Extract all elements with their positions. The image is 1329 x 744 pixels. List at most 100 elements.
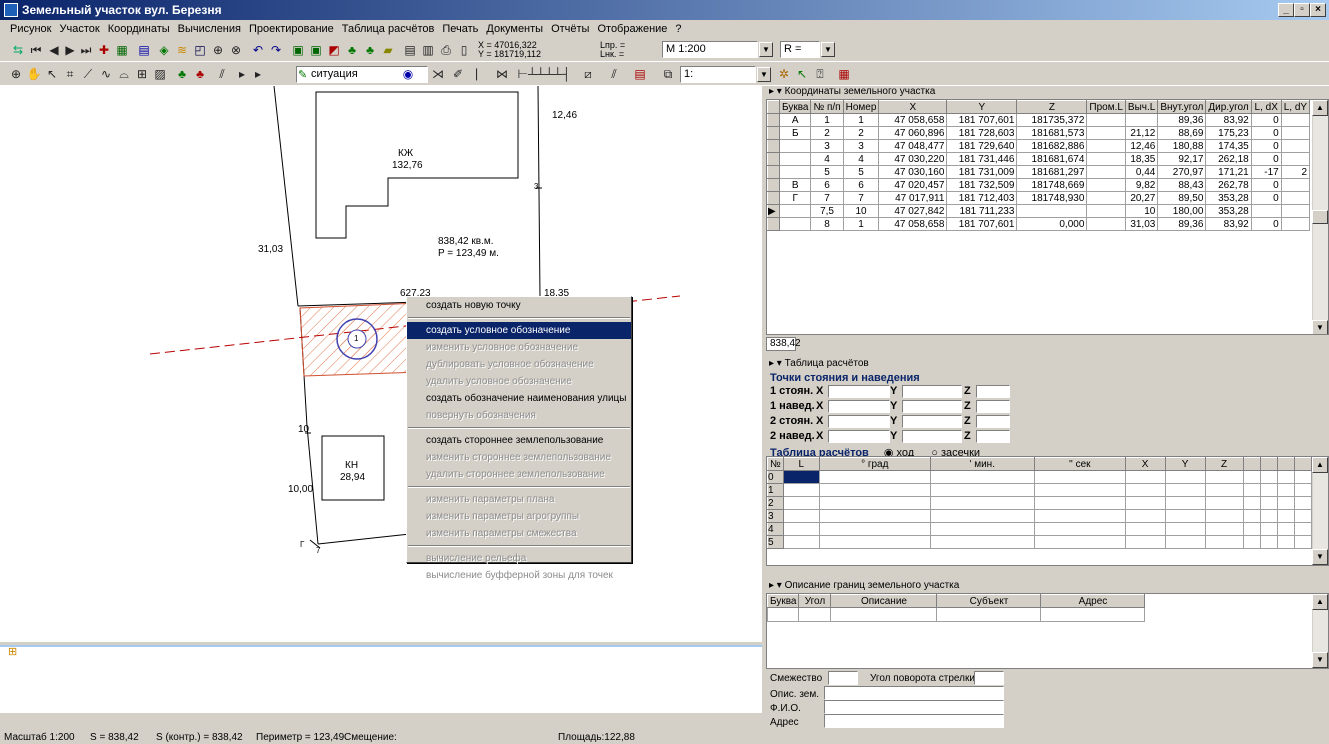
pointer-icon[interactable]: ↖: [44, 66, 60, 82]
desc-col-header[interactable]: Угол: [798, 594, 832, 608]
station-x-field[interactable]: [828, 430, 890, 443]
calc-panel-header[interactable]: ▸ ▾ Таблица расчётов: [766, 358, 1329, 370]
coords-cell[interactable]: [1280, 178, 1311, 192]
coords-col-header[interactable]: Номер: [842, 100, 880, 114]
coords-row[interactable]: 3 3 47 048,477 181 729,640 181682,886 12,46 18…: [767, 139, 1311, 153]
coords-cell[interactable]: 10: [1124, 204, 1159, 218]
coords-cell[interactable]: 10: [842, 204, 880, 218]
print-icon[interactable]: ⎙: [438, 42, 454, 58]
calc-cell[interactable]: [929, 470, 1035, 484]
drawing-canvas[interactable]: КЖ 132,76 838,42 кв.м. P = 123,49 м. КН …: [0, 85, 762, 642]
addr-field[interactable]: [824, 714, 1004, 728]
coords-cell[interactable]: 4: [810, 152, 844, 166]
calc-cell[interactable]: [1276, 535, 1295, 549]
pen-icon[interactable]: ✐: [450, 66, 466, 82]
prev-icon[interactable]: ◀: [46, 42, 62, 58]
coords-cell[interactable]: [1280, 126, 1311, 140]
coords-cell[interactable]: 88,69: [1157, 126, 1207, 140]
calc-cell[interactable]: [1204, 483, 1244, 497]
coords-cell[interactable]: 47 058,658: [878, 217, 948, 231]
info-icon[interactable]: ⍰: [812, 66, 828, 82]
pan-icon[interactable]: ✋: [26, 66, 42, 82]
calc-cell[interactable]: [782, 496, 820, 510]
calc-row-num[interactable]: 2: [767, 496, 784, 510]
desc-col-header[interactable]: Буква: [767, 594, 800, 608]
coords-cell[interactable]: 7: [842, 191, 880, 205]
radius-dropdown-icon[interactable]: ▼: [821, 42, 835, 57]
coords-col-header[interactable]: Z: [1016, 100, 1088, 114]
coords-col-header[interactable]: L, dX: [1250, 100, 1282, 114]
calc-cell[interactable]: [1276, 470, 1295, 484]
smezh-field[interactable]: [828, 671, 858, 685]
calc-cell[interactable]: [929, 535, 1035, 549]
coords-cell[interactable]: [767, 152, 780, 166]
coords-row[interactable]: 4 4 47 030,220 181 731,446 181681,674 18,35 92…: [767, 152, 1311, 166]
coords-cell[interactable]: 181 731,446: [946, 152, 1018, 166]
coords-cell[interactable]: 1: [842, 217, 880, 231]
calc-col-header[interactable]: X: [1124, 457, 1166, 471]
coords-col-header[interactable]: № п/п: [810, 100, 844, 114]
desc-col-header[interactable]: Субъект: [936, 594, 1042, 608]
select-icon[interactable]: ⌗: [62, 66, 78, 82]
coords-cell[interactable]: 21,12: [1124, 126, 1159, 140]
coords-col-header[interactable]: Дир.угол: [1205, 100, 1252, 114]
redo-icon[interactable]: ↷: [268, 42, 284, 58]
station-x-field[interactable]: [828, 385, 890, 398]
coords-cell[interactable]: 4: [842, 152, 880, 166]
doc-icon[interactable]: ▤: [402, 42, 418, 58]
coords-row[interactable]: ▶ 7,5 10 47 027,842 181 711,233 10 180,00 353,2…: [767, 204, 1311, 218]
calc-cell[interactable]: [929, 483, 1035, 497]
coords-cell[interactable]: 181681,674: [1016, 152, 1088, 166]
node-icon[interactable]: ⋊: [430, 66, 446, 82]
calc-row-num[interactable]: 3: [767, 509, 784, 523]
calc-row-num[interactable]: 5: [767, 535, 784, 549]
coords-cell[interactable]: [1086, 152, 1126, 166]
coords-cell[interactable]: 175,23: [1205, 126, 1252, 140]
chart-icon[interactable]: ◩: [326, 42, 342, 58]
calc-cell[interactable]: [1242, 509, 1261, 523]
calc-cell[interactable]: [1276, 496, 1295, 510]
desc-scroll-up-icon[interactable]: ▲: [1312, 594, 1328, 610]
calc-col-header[interactable]: '' сек: [1033, 457, 1126, 471]
coords-cell[interactable]: А: [778, 113, 812, 127]
calc-col-header[interactable]: Y: [1164, 457, 1206, 471]
coords-cell[interactable]: 6: [810, 178, 844, 192]
calc-scroll-up-icon[interactable]: ▲: [1312, 457, 1328, 473]
coords-cell[interactable]: 83,92: [1205, 113, 1252, 127]
coords-cell[interactable]: 92,17: [1157, 152, 1207, 166]
calc-cell[interactable]: [1033, 496, 1126, 510]
calc-cell[interactable]: [929, 496, 1035, 510]
zoom-fit-icon[interactable]: ⊗: [228, 42, 244, 58]
calc-cell[interactable]: [1259, 496, 1278, 510]
coords-row[interactable]: Г 7 7 47 017,911 181 712,403 181748,930 20,27 8…: [767, 191, 1311, 205]
coords-cell[interactable]: [1016, 204, 1088, 218]
coords-cell[interactable]: [778, 217, 812, 231]
coords-cell[interactable]: [1124, 113, 1159, 127]
coords-cell[interactable]: 0: [1250, 191, 1282, 205]
coords-cell[interactable]: [767, 139, 780, 153]
radius-field[interactable]: R =: [780, 41, 820, 58]
edit-icon[interactable]: ⧄: [580, 66, 596, 82]
coords-cell[interactable]: 180,88: [1157, 139, 1207, 153]
export-icon[interactable]: ▯: [456, 42, 472, 58]
coords-col-header[interactable]: Y: [946, 100, 1018, 114]
calc-cell[interactable]: [1293, 535, 1313, 549]
tree2-icon[interactable]: ♣: [362, 42, 378, 58]
calc-cell[interactable]: [782, 483, 820, 497]
desc-grid[interactable]: Буква Угол Описание Субъект Адрес ▲ ▼: [766, 593, 1329, 669]
coords-cell[interactable]: [1280, 139, 1311, 153]
coords-cell[interactable]: 353,28: [1205, 204, 1252, 218]
coords-cell[interactable]: 12,46: [1124, 139, 1159, 153]
area-icon[interactable]: ⌓: [116, 66, 132, 82]
coords-cell[interactable]: ▶: [767, 204, 780, 218]
tree-icon[interactable]: ♣: [344, 42, 360, 58]
folder-icon[interactable]: ▰: [380, 42, 396, 58]
station-y-field[interactable]: [902, 385, 962, 398]
calc-cell[interactable]: [1164, 470, 1206, 484]
settings-icon[interactable]: ✲: [776, 66, 792, 82]
calc-col-header[interactable]: ' мин.: [929, 457, 1035, 471]
curve-icon[interactable]: ∿: [98, 66, 114, 82]
map-icon[interactable]: ▦: [114, 42, 130, 58]
calc-cell[interactable]: [782, 522, 820, 536]
arrow-right-icon[interactable]: ▸: [234, 66, 250, 82]
